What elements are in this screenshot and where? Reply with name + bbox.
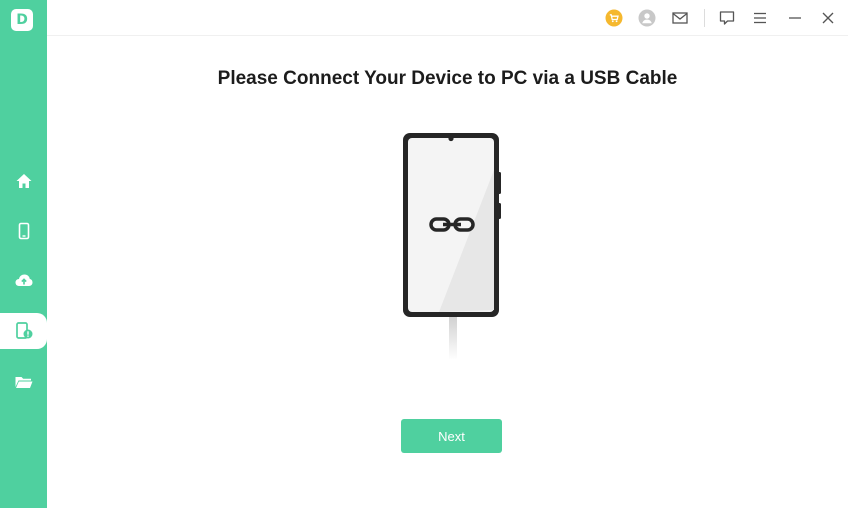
menu-button[interactable] — [750, 8, 770, 28]
close-icon — [822, 12, 834, 24]
home-icon — [16, 174, 31, 188]
next-button[interactable]: Next — [401, 419, 502, 453]
sidebar-item-files[interactable] — [0, 364, 47, 400]
account-button[interactable] — [637, 8, 657, 28]
phone-alert-icon — [15, 322, 32, 339]
phone-illustration — [399, 130, 509, 386]
sidebar-item-home[interactable] — [0, 163, 47, 199]
cloud-upload-icon — [15, 274, 32, 286]
cart-button[interactable] — [604, 8, 624, 28]
folder-icon — [15, 377, 32, 388]
app-logo: D — [11, 9, 33, 31]
sidebar-item-device[interactable] — [0, 213, 47, 249]
sidebar-item-repair[interactable] — [0, 313, 47, 349]
sidebar-item-cloud[interactable] — [0, 263, 47, 299]
user-icon — [638, 9, 656, 27]
main-content: Please Connect Your Device to PC via a U… — [47, 36, 848, 508]
mail-button[interactable] — [670, 8, 690, 28]
mail-icon — [672, 12, 688, 24]
close-button[interactable] — [818, 8, 838, 28]
sidebar: D — [0, 0, 47, 508]
minimize-button[interactable] — [785, 8, 805, 28]
minimize-icon — [789, 17, 801, 19]
feedback-icon — [719, 11, 735, 25]
title-bar — [47, 0, 848, 36]
menu-icon — [754, 12, 766, 24]
title-bar-divider — [704, 9, 705, 27]
app-logo-letter: D — [16, 12, 28, 28]
page-title: Please Connect Your Device to PC via a U… — [217, 68, 678, 89]
cart-icon — [605, 9, 623, 27]
phone-icon — [18, 222, 29, 240]
feedback-button[interactable] — [717, 8, 737, 28]
